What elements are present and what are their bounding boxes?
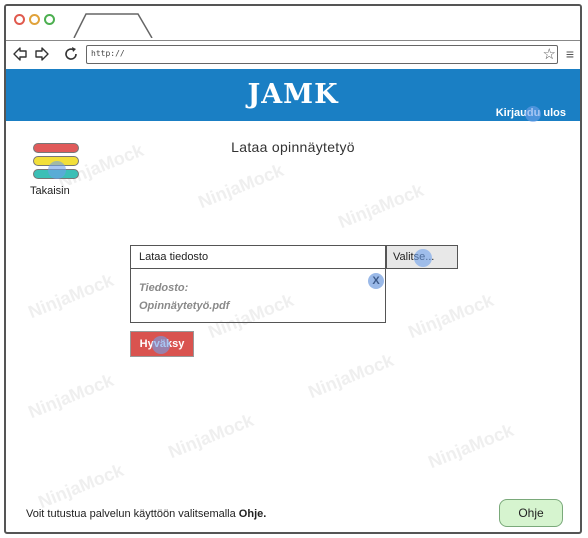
- back-label: Takaisin: [30, 185, 70, 197]
- upload-file-label: Lataa tiedosto: [130, 245, 386, 269]
- watermark: NinjaMock: [25, 369, 117, 423]
- app-header: JAMK Kirjaudu ulos: [6, 69, 580, 122]
- browser-toolbar: http:// ☆ ≡: [6, 40, 580, 70]
- minimize-window-button[interactable]: [29, 14, 40, 25]
- star-icon[interactable]: ☆: [543, 45, 556, 63]
- watermark: NinjaMock: [335, 179, 427, 233]
- close-window-button[interactable]: [14, 14, 25, 25]
- watermark: NinjaMock: [25, 269, 117, 323]
- jamk-logo: JAMK: [247, 79, 339, 110]
- remove-file-icon[interactable]: X: [368, 273, 384, 289]
- title-bar: [6, 6, 580, 40]
- file-label: Tiedosto:: [139, 282, 189, 294]
- menu-icon[interactable]: ≡: [566, 46, 574, 62]
- file-name: Opinnäytetyö.pdf: [139, 300, 230, 312]
- bar-red: [33, 143, 79, 153]
- click-indicator: [414, 249, 432, 267]
- watermark: NinjaMock: [425, 419, 517, 473]
- click-indicator: [152, 336, 170, 354]
- watermark: NinjaMock: [165, 409, 257, 463]
- arrow-right-icon[interactable]: [34, 46, 50, 62]
- help-button[interactable]: Ohje: [499, 499, 563, 527]
- click-indicator: [48, 161, 66, 179]
- help-hint-bold: Ohje.: [238, 508, 267, 520]
- page-title: Lataa opinnäytetyö: [231, 139, 355, 155]
- help-hint-text: Voit tutustua palvelun käyttöön valitsem…: [26, 508, 239, 520]
- browser-window: NinjaMock NinjaMock NinjaMock NinjaMock …: [4, 4, 582, 534]
- selected-file-box: Tiedosto: Opinnäytetyö.pdf: [130, 268, 386, 323]
- watermark: NinjaMock: [195, 159, 287, 213]
- reload-icon[interactable]: [62, 45, 80, 63]
- arrow-left-icon[interactable]: [12, 46, 28, 62]
- watermark: NinjaMock: [35, 459, 127, 513]
- help-hint: Voit tutustua palvelun käyttöön valitsem…: [26, 508, 266, 520]
- watermark: NinjaMock: [405, 289, 497, 343]
- watermark: NinjaMock: [305, 349, 397, 403]
- maximize-window-button[interactable]: [44, 14, 55, 25]
- click-indicator: [525, 106, 541, 122]
- browser-tab[interactable]: [72, 12, 154, 38]
- address-bar[interactable]: http://: [86, 45, 558, 64]
